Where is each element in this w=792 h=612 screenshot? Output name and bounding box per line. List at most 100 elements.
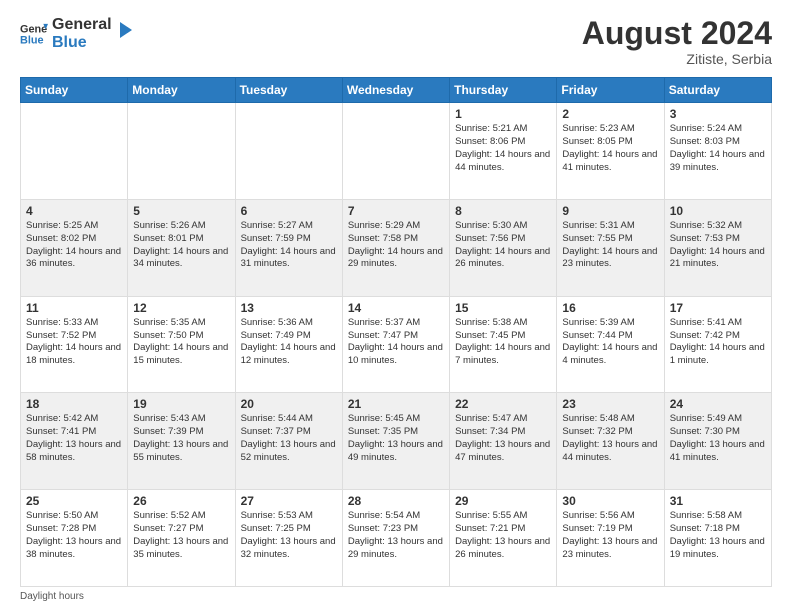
day-number: 18 [26,397,122,411]
day-info: Sunrise: 5:43 AM Sunset: 7:39 PM Dayligh… [133,413,229,464]
week-row-5: 25Sunrise: 5:50 AM Sunset: 7:28 PM Dayli… [21,490,772,587]
day-cell-4: 4 Sunrise: 5:25 AM Sunset: 8:02 PM Daylig… [21,199,128,296]
title-block: August 2024 Zitiste, Serbia [582,16,772,67]
day-cell-23: 23 Sunrise: 5:48 AM Sunset: 7:32 PM Dayli… [557,393,664,490]
day-cell-1: 1 Sunrise: 5:21 AM Sunset: 8:06 PM Daylig… [450,103,557,200]
logo-general: General [52,16,112,34]
day-cell-28: 28 Sunrise: 5:54 AM Sunset: 7:23 PM Dayli… [342,490,449,587]
day-cell-2: 2Sunrise: 5:23 AM Sunset: 8:05 PM Daylig… [557,103,664,200]
day-number: 4 [26,204,122,218]
day-number: 13 [241,301,337,315]
week-row-3: 11Sunrise: 5:33 AM Sunset: 7:52 PM Dayli… [21,296,772,393]
week-row-1: 1 Sunrise: 5:21 AM Sunset: 8:06 PM Daylig… [21,103,772,200]
day-number: 22 [455,397,551,411]
day-number: 25 [26,494,122,508]
day-cell-10: 10 Sunrise: 5:32 AM Sunset: 7:53 PM Dayli… [664,199,771,296]
empty-cell [21,103,128,200]
day-number: 17 [670,301,766,315]
day-cell-8: 8 Sunrise: 5:30 AM Sunset: 7:56 PM Daylig… [450,199,557,296]
calendar-table: SundayMondayTuesdayWednesdayThursdayFrid… [20,77,772,587]
day-cell-21: 21Sunrise: 5:45 AM Sunset: 7:35 PM Dayli… [342,393,449,490]
day-number: 31 [670,494,766,508]
empty-cell [235,103,342,200]
page: General Blue General Blue August 2024 Zi… [0,0,792,612]
day-cell-9: 9 Sunrise: 5:31 AM Sunset: 7:55 PM Daylig… [557,199,664,296]
location-subtitle: Zitiste, Serbia [582,51,772,67]
general-blue-logo-icon: General Blue [20,20,48,48]
week-row-2: 4 Sunrise: 5:25 AM Sunset: 8:02 PM Daylig… [21,199,772,296]
day-number: 29 [455,494,551,508]
day-info: Sunrise: 5:36 AM Sunset: 7:49 PM Dayligh… [241,317,337,368]
day-info: Sunrise: 5:24 AM Sunset: 8:03 PM Dayligh… [670,123,766,174]
day-cell-5: 5 Sunrise: 5:26 AM Sunset: 8:01 PM Daylig… [128,199,235,296]
day-number: 15 [455,301,551,315]
day-info: Sunrise: 5:49 AM Sunset: 7:30 PM Dayligh… [670,413,766,464]
day-info: Sunrise: 5:42 AM Sunset: 7:41 PM Dayligh… [26,413,122,464]
day-info: Sunrise: 5:30 AM Sunset: 7:56 PM Dayligh… [455,220,551,271]
logo-arrow-icon [112,20,132,40]
day-cell-14: 14Sunrise: 5:37 AM Sunset: 7:47 PM Dayli… [342,296,449,393]
day-number: 26 [133,494,229,508]
footer-note: Daylight hours [20,591,772,602]
day-cell-15: 15 Sunrise: 5:38 AM Sunset: 7:45 PM Dayli… [450,296,557,393]
day-number: 27 [241,494,337,508]
day-number: 9 [562,204,658,218]
day-cell-31: 31Sunrise: 5:58 AM Sunset: 7:18 PM Dayli… [664,490,771,587]
day-number: 8 [455,204,551,218]
day-number: 7 [348,204,444,218]
day-cell-30: 30 Sunrise: 5:56 AM Sunset: 7:19 PM Dayli… [557,490,664,587]
day-info: Sunrise: 5:25 AM Sunset: 8:02 PM Dayligh… [26,220,122,271]
day-cell-16: 16 Sunrise: 5:39 AM Sunset: 7:44 PM Dayli… [557,296,664,393]
day-info: Sunrise: 5:41 AM Sunset: 7:42 PM Dayligh… [670,317,766,368]
header: General Blue General Blue August 2024 Zi… [20,16,772,67]
day-cell-7: 7 Sunrise: 5:29 AM Sunset: 7:58 PM Daylig… [342,199,449,296]
day-cell-19: 19 Sunrise: 5:43 AM Sunset: 7:39 PM Dayli… [128,393,235,490]
col-header-friday: Friday [557,78,664,103]
day-info: Sunrise: 5:32 AM Sunset: 7:53 PM Dayligh… [670,220,766,271]
logo: General Blue General Blue [20,16,132,51]
day-cell-24: 24Sunrise: 5:49 AM Sunset: 7:30 PM Dayli… [664,393,771,490]
day-info: Sunrise: 5:52 AM Sunset: 7:27 PM Dayligh… [133,510,229,561]
week-row-4: 18 Sunrise: 5:42 AM Sunset: 7:41 PM Dayli… [21,393,772,490]
day-cell-27: 27Sunrise: 5:53 AM Sunset: 7:25 PM Dayli… [235,490,342,587]
day-cell-29: 29Sunrise: 5:55 AM Sunset: 7:21 PM Dayli… [450,490,557,587]
day-cell-18: 18 Sunrise: 5:42 AM Sunset: 7:41 PM Dayli… [21,393,128,490]
day-info: Sunrise: 5:54 AM Sunset: 7:23 PM Dayligh… [348,510,444,561]
day-info: Sunrise: 5:48 AM Sunset: 7:32 PM Dayligh… [562,413,658,464]
day-info: Sunrise: 5:47 AM Sunset: 7:34 PM Dayligh… [455,413,551,464]
col-header-thursday: Thursday [450,78,557,103]
day-info: Sunrise: 5:33 AM Sunset: 7:52 PM Dayligh… [26,317,122,368]
day-number: 19 [133,397,229,411]
day-number: 20 [241,397,337,411]
day-number: 6 [241,204,337,218]
day-number: 16 [562,301,658,315]
day-info: Sunrise: 5:39 AM Sunset: 7:44 PM Dayligh… [562,317,658,368]
day-info: Sunrise: 5:35 AM Sunset: 7:50 PM Dayligh… [133,317,229,368]
day-number: 2 [562,107,658,121]
day-cell-12: 12Sunrise: 5:35 AM Sunset: 7:50 PM Dayli… [128,296,235,393]
day-number: 1 [455,107,551,121]
day-info: Sunrise: 5:31 AM Sunset: 7:55 PM Dayligh… [562,220,658,271]
day-cell-6: 6 Sunrise: 5:27 AM Sunset: 7:59 PM Daylig… [235,199,342,296]
svg-text:Blue: Blue [20,34,44,46]
day-info: Sunrise: 5:45 AM Sunset: 7:35 PM Dayligh… [348,413,444,464]
day-cell-22: 22 Sunrise: 5:47 AM Sunset: 7:34 PM Dayli… [450,393,557,490]
day-number: 5 [133,204,229,218]
day-info: Sunrise: 5:56 AM Sunset: 7:19 PM Dayligh… [562,510,658,561]
day-cell-13: 13 Sunrise: 5:36 AM Sunset: 7:49 PM Dayli… [235,296,342,393]
logo-blue: Blue [52,34,112,52]
calendar-header-row: SundayMondayTuesdayWednesdayThursdayFrid… [21,78,772,103]
day-info: Sunrise: 5:21 AM Sunset: 8:06 PM Dayligh… [455,123,551,174]
col-header-wednesday: Wednesday [342,78,449,103]
day-number: 30 [562,494,658,508]
day-number: 28 [348,494,444,508]
day-info: Sunrise: 5:27 AM Sunset: 7:59 PM Dayligh… [241,220,337,271]
day-number: 3 [670,107,766,121]
day-info: Sunrise: 5:29 AM Sunset: 7:58 PM Dayligh… [348,220,444,271]
col-header-sunday: Sunday [21,78,128,103]
day-number: 23 [562,397,658,411]
day-info: Sunrise: 5:26 AM Sunset: 8:01 PM Dayligh… [133,220,229,271]
day-number: 14 [348,301,444,315]
day-number: 10 [670,204,766,218]
day-info: Sunrise: 5:38 AM Sunset: 7:45 PM Dayligh… [455,317,551,368]
